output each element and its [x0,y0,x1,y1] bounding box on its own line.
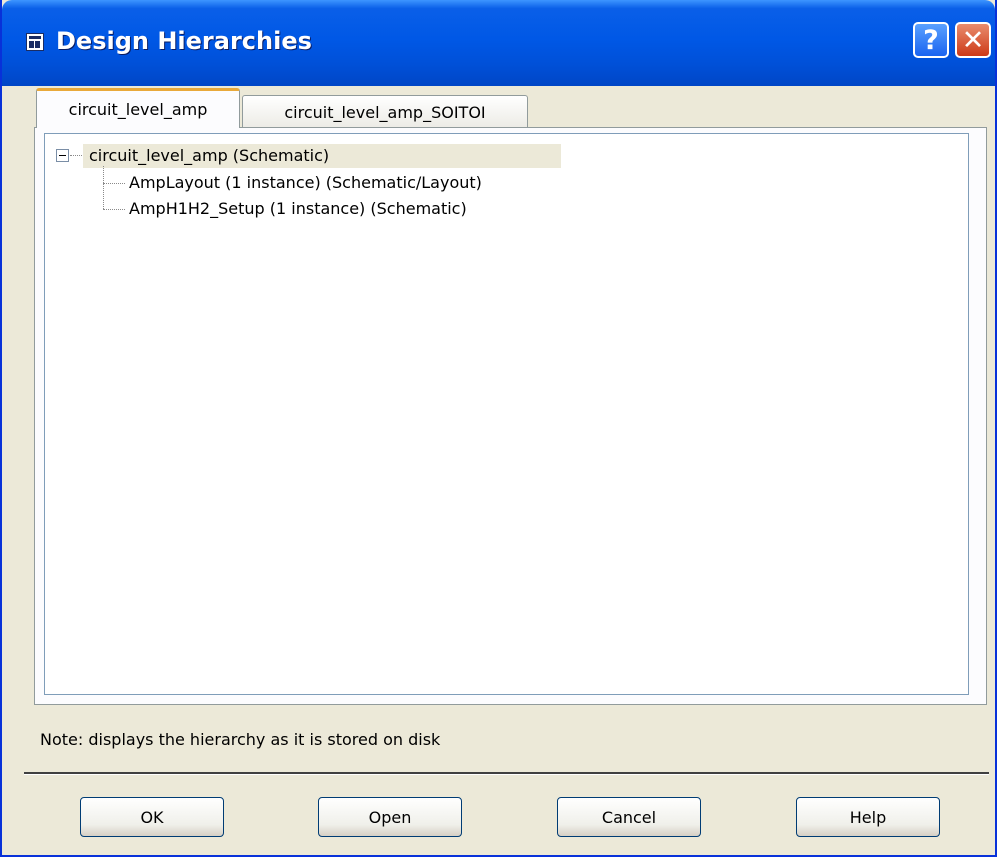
help-button[interactable]: Help [796,797,940,837]
tree-node-root[interactable]: circuit_level_amp (Schematic) [83,144,561,168]
design-hierarchies-dialog: Design Hierarchies ? ✕ circuit_level_amp… [0,0,997,857]
minus-box-icon[interactable] [56,149,69,162]
tree-connector [70,155,82,156]
tree-connector [103,183,125,184]
tree-node-amph1h2-setup[interactable]: AmpH1H2_Setup (1 instance) (Schematic) [129,198,467,220]
close-icon: ✕ [961,24,985,56]
tree-connector [103,166,104,209]
tab-circuit-level-amp-soitoi[interactable]: circuit_level_amp_SOITOI [242,95,528,128]
tree-connector [103,209,125,210]
title-bar[interactable]: Design Hierarchies ? ✕ [2,0,995,86]
tree-node-amplayout[interactable]: AmpLayout (1 instance) (Schematic/Layout… [129,172,482,194]
cancel-button[interactable]: Cancel [557,797,701,837]
window-title: Design Hierarchies [56,27,312,55]
note-text: Note: displays the hierarchy as it is st… [40,730,441,749]
hierarchy-window-icon [26,33,44,51]
help-icon: ? [923,24,939,56]
help-title-button[interactable]: ? [913,22,949,58]
open-button[interactable]: Open [318,797,462,837]
hierarchy-tree[interactable]: circuit_level_amp (Schematic) AmpLayout … [44,133,969,695]
close-button[interactable]: ✕ [955,22,991,58]
tab-circuit-level-amp[interactable]: circuit_level_amp [36,88,240,128]
separator [24,772,989,775]
ok-button[interactable]: OK [80,797,224,837]
